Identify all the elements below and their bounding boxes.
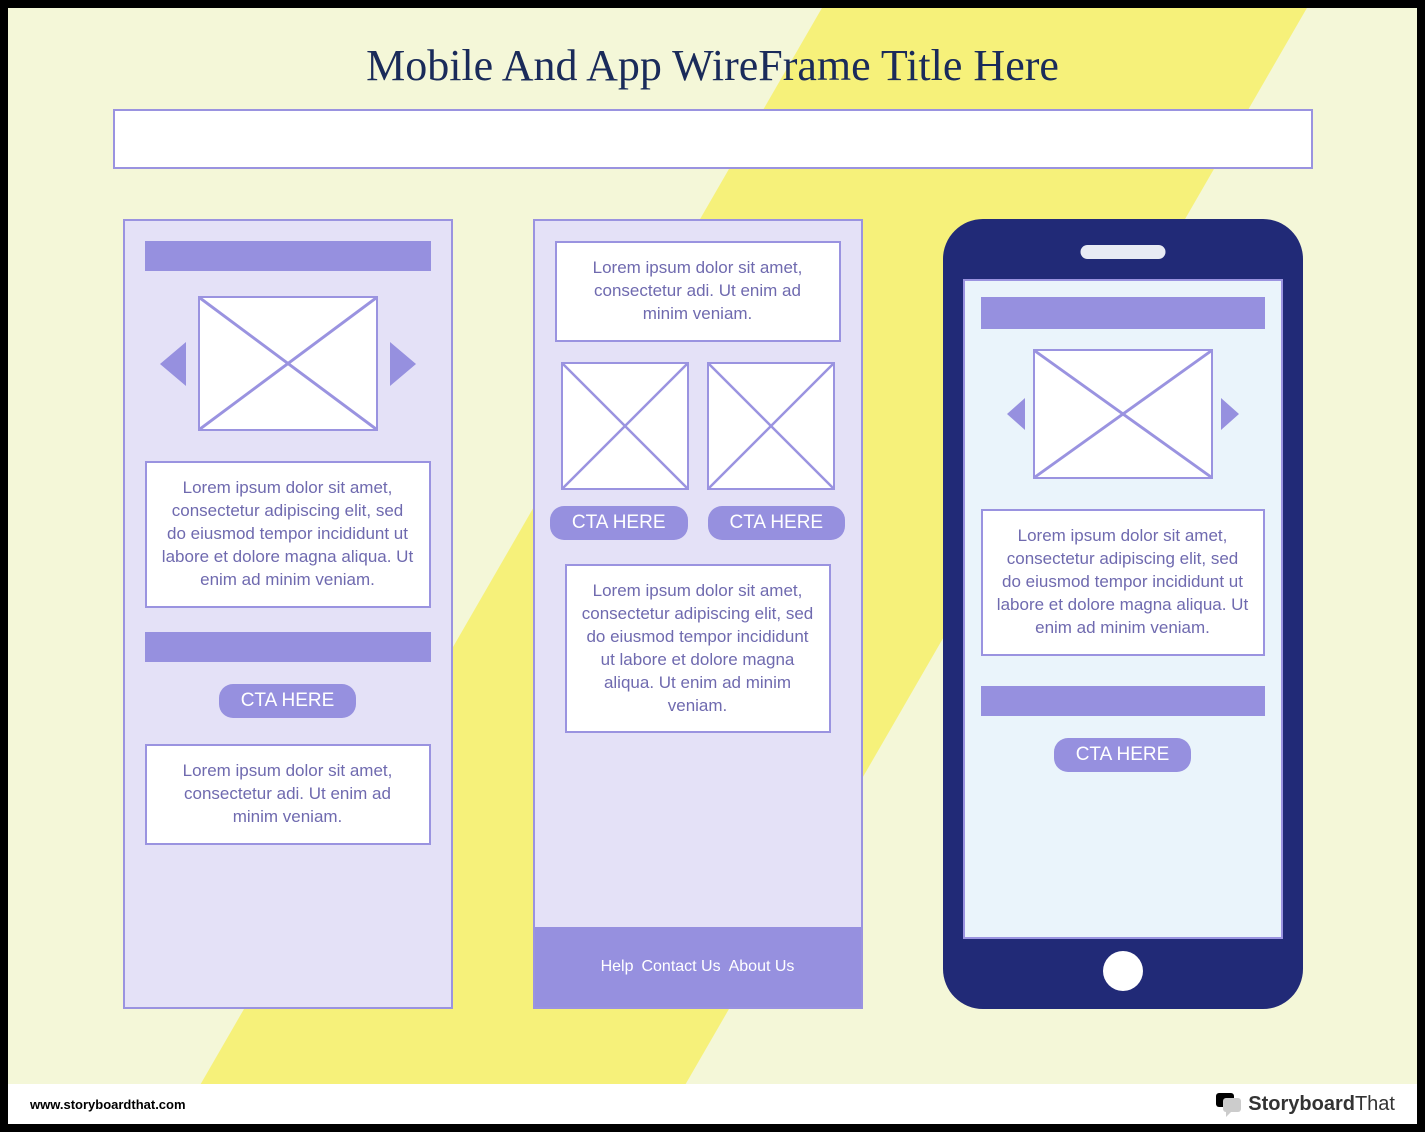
canvas-footer: www.storyboardthat.com StoryboardThat xyxy=(8,1084,1417,1124)
storyboard-logo-icon xyxy=(1216,1093,1242,1115)
phone-text-block: Lorem ipsum dolor sit amet, consectetur … xyxy=(981,509,1265,656)
footer-url[interactable]: www.storyboardthat.com xyxy=(30,1097,186,1112)
phone-carousel xyxy=(1007,349,1239,479)
panel2-top-text: Lorem ipsum dolor sit amet, consectetur … xyxy=(555,241,841,342)
brand-bold: Storyboard xyxy=(1248,1093,1355,1115)
cta-button[interactable]: CTA HERE xyxy=(1054,738,1192,772)
footer-brand: StoryboardThat xyxy=(1216,1093,1395,1116)
wireframe-canvas: Mobile And App WireFrame Title Here Lore… xyxy=(0,0,1425,1132)
arrow-left-icon[interactable] xyxy=(1007,398,1025,430)
phone-frame: Lorem ipsum dolor sit amet, consectetur … xyxy=(943,219,1303,1009)
brand-thin: That xyxy=(1355,1093,1395,1115)
footer-link-contact[interactable]: Contact Us xyxy=(641,958,720,976)
panel1-header-bar xyxy=(145,241,431,271)
image-placeholder[interactable] xyxy=(1033,349,1213,479)
arrow-right-icon[interactable] xyxy=(390,342,416,386)
cta-button[interactable]: CTA HERE xyxy=(708,506,846,540)
phone-speaker-icon xyxy=(1080,245,1165,259)
arrow-left-icon[interactable] xyxy=(160,342,186,386)
phone-home-button-icon[interactable] xyxy=(1103,951,1143,991)
page-title: Mobile And App WireFrame Title Here xyxy=(8,8,1417,91)
title-input-box[interactable] xyxy=(113,109,1313,169)
panel2-cta-row: CTA HERE CTA HERE xyxy=(550,506,845,540)
panel-1: Lorem ipsum dolor sit amet, consectetur … xyxy=(123,219,453,1009)
panel1-section-bar xyxy=(145,632,431,662)
panels-row: Lorem ipsum dolor sit amet, consectetur … xyxy=(8,219,1417,1009)
panel2-lower-text: Lorem ipsum dolor sit amet, consectetur … xyxy=(565,564,831,734)
image-placeholder[interactable] xyxy=(561,362,689,490)
phone-section-bar xyxy=(981,686,1265,716)
arrow-right-icon[interactable] xyxy=(1221,398,1239,430)
panel1-text-block-2: Lorem ipsum dolor sit amet, consectetur … xyxy=(145,744,431,845)
footer-link-about[interactable]: About Us xyxy=(729,958,795,976)
panel2-image-row xyxy=(561,362,835,490)
cta-button[interactable]: CTA HERE xyxy=(219,684,357,718)
phone-screen: Lorem ipsum dolor sit amet, consectetur … xyxy=(963,279,1283,939)
footer-link-help[interactable]: Help xyxy=(601,958,634,976)
cta-button[interactable]: CTA HERE xyxy=(550,506,688,540)
panel-2: Lorem ipsum dolor sit amet, consectetur … xyxy=(533,219,863,1009)
image-placeholder[interactable] xyxy=(707,362,835,490)
phone-header-bar xyxy=(981,297,1265,329)
image-placeholder[interactable] xyxy=(198,296,378,431)
panel2-footer-nav: Help Contact Us About Us xyxy=(535,927,861,1007)
panel1-carousel xyxy=(160,296,416,431)
panel1-text-block-1: Lorem ipsum dolor sit amet, consectetur … xyxy=(145,461,431,608)
